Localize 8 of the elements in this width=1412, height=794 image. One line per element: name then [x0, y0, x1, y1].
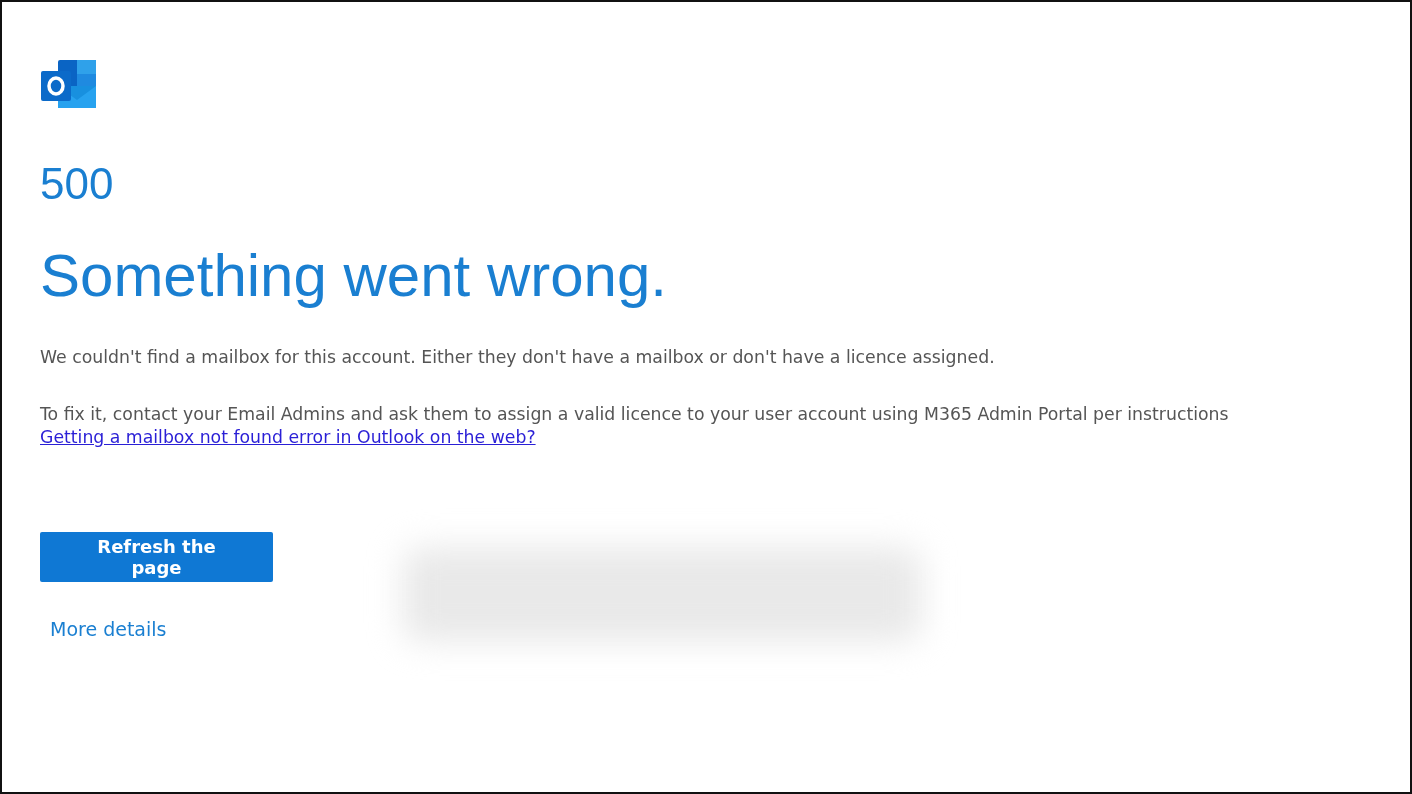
error-title: Something went wrong.	[40, 246, 668, 306]
refresh-button[interactable]: Refresh the page	[40, 532, 273, 583]
more-details-link[interactable]: More details	[50, 618, 167, 641]
mail-app-logo-icon	[41, 60, 99, 110]
error-code: 500	[40, 162, 115, 206]
help-link[interactable]: Getting a mailbox not found error in Outlook on the web?	[40, 425, 536, 449]
error-message: We couldn't find a mailbox for this account. Either they don't have a mailbox or don't have a licence assigned.	[40, 346, 996, 369]
fix-instructions: To fix it, contact your Email Admins and ask them to assign a valid licence to your user account using M365 Admin Portal per instructions	[40, 403, 1230, 426]
